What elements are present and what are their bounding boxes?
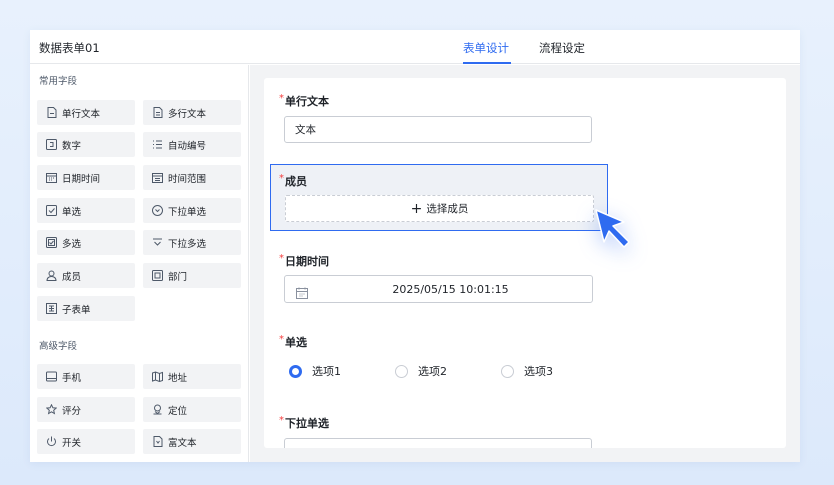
field-rich-text[interactable]: 富文本 bbox=[143, 429, 241, 454]
single-line-text-icon bbox=[46, 107, 57, 118]
field-subform[interactable]: 子表单 bbox=[37, 296, 135, 321]
time-range-icon bbox=[152, 172, 163, 183]
radio-option-label: 选项1 bbox=[312, 365, 341, 378]
single-text-input[interactable]: 文本 bbox=[284, 116, 592, 143]
field-rating[interactable]: 评分 bbox=[37, 397, 135, 422]
required-mark: * bbox=[279, 253, 284, 264]
field-label: 数字 bbox=[62, 140, 82, 152]
field-radio[interactable]: 单选 bbox=[37, 198, 135, 223]
field-label: 评分 bbox=[62, 405, 82, 417]
field-label: 单选 bbox=[62, 206, 82, 218]
power-icon bbox=[46, 436, 57, 447]
field-multi-line-text[interactable]: 多行文本 bbox=[143, 100, 241, 125]
dropdown-single-select[interactable] bbox=[284, 438, 592, 448]
field-label: 子表单 bbox=[62, 304, 91, 316]
field-label: 单行文本 bbox=[62, 108, 101, 120]
field-switch[interactable]: 开关 bbox=[37, 429, 135, 454]
header-bar: 数据表单01 表单设计 流程设定 bbox=[30, 30, 800, 64]
mouse-pointer-icon bbox=[595, 209, 630, 248]
field-label: 部门 bbox=[168, 271, 188, 283]
auto-number-icon bbox=[152, 139, 163, 150]
field-department[interactable]: 部门 bbox=[143, 263, 241, 288]
tab-workflow-settings[interactable]: 流程设定 bbox=[539, 40, 585, 56]
dropdown-single-label: *下拉单选 bbox=[279, 415, 329, 430]
field-number[interactable]: 数字 bbox=[37, 132, 135, 157]
plus-icon: + bbox=[410, 200, 423, 217]
checkbox-icon bbox=[46, 237, 57, 248]
multi-line-text-icon bbox=[152, 107, 163, 118]
field-palette-sidebar: 常用字段 单行文本 多行文本 数字 自动编号 日期时间 时间范围 单选 下拉单选… bbox=[30, 65, 249, 462]
field-auto-number[interactable]: 自动编号 bbox=[143, 132, 241, 157]
field-label: 多选 bbox=[62, 238, 82, 250]
required-mark: * bbox=[279, 415, 284, 426]
field-datetime[interactable]: 日期时间 bbox=[37, 165, 135, 190]
select-member-button[interactable]: + 选择成员 bbox=[285, 195, 594, 222]
datetime-label: *日期时间 bbox=[279, 253, 329, 268]
field-label: 多行文本 bbox=[168, 108, 207, 120]
radio-option-2[interactable]: 选项2 bbox=[395, 363, 447, 379]
location-icon bbox=[152, 404, 163, 415]
field-time-range[interactable]: 时间范围 bbox=[143, 165, 241, 190]
radio-selected-icon bbox=[289, 364, 302, 378]
field-single-line-text[interactable]: 单行文本 bbox=[37, 100, 135, 125]
field-label: 自动编号 bbox=[168, 140, 207, 152]
rich-text-icon bbox=[152, 436, 163, 447]
radio-option-3[interactable]: 选项3 bbox=[501, 363, 553, 379]
radio-label: *单选 bbox=[279, 334, 307, 349]
member-label: *成员 bbox=[279, 173, 307, 188]
dropdown-multi-icon bbox=[152, 237, 163, 248]
field-location[interactable]: 定位 bbox=[143, 397, 241, 422]
field-label: 开关 bbox=[62, 437, 82, 449]
form-canvas-area: *单行文本 文本 *成员 + 选择成员 *日期时间 2025/05/15 10:… bbox=[250, 65, 800, 462]
field-dropdown-multi[interactable]: 下拉多选 bbox=[143, 230, 241, 255]
radio-unselected-icon bbox=[501, 364, 514, 378]
field-label: 富文本 bbox=[168, 437, 197, 449]
field-label: 时间范围 bbox=[168, 173, 207, 185]
select-member-label: 选择成员 bbox=[426, 203, 469, 215]
field-label: 日期时间 bbox=[62, 173, 101, 185]
datetime-input[interactable]: 2025/05/15 10:01:15 bbox=[284, 275, 593, 303]
field-label: 下拉多选 bbox=[168, 238, 207, 250]
department-icon bbox=[152, 270, 163, 281]
star-icon bbox=[46, 404, 57, 415]
field-label: 地址 bbox=[168, 372, 188, 384]
member-field-selected[interactable]: *成员 + 选择成员 bbox=[270, 164, 608, 231]
required-mark: * bbox=[279, 93, 284, 104]
datetime-icon bbox=[46, 172, 57, 183]
radio-option-1[interactable]: 选项1 bbox=[289, 363, 341, 379]
field-checkbox[interactable]: 多选 bbox=[37, 230, 135, 255]
field-label: 定位 bbox=[168, 405, 188, 417]
radio-icon bbox=[46, 205, 57, 216]
active-tab-indicator bbox=[463, 62, 511, 64]
phone-icon bbox=[46, 371, 57, 382]
tab-form-design[interactable]: 表单设计 bbox=[463, 40, 509, 56]
form-title: 数据表单01 bbox=[39, 41, 100, 55]
field-address[interactable]: 地址 bbox=[143, 364, 241, 389]
number-icon bbox=[46, 139, 57, 150]
member-icon bbox=[46, 270, 57, 281]
dropdown-single-icon bbox=[152, 205, 163, 216]
required-mark: * bbox=[279, 173, 284, 184]
radio-unselected-icon bbox=[395, 364, 408, 378]
subform-icon bbox=[46, 303, 57, 314]
field-member[interactable]: 成员 bbox=[37, 263, 135, 288]
common-fields-title: 常用字段 bbox=[39, 76, 78, 87]
field-phone[interactable]: 手机 bbox=[37, 364, 135, 389]
field-label: 手机 bbox=[62, 372, 82, 384]
datetime-value: 2025/05/15 10:01:15 bbox=[392, 283, 509, 296]
form-canvas: *单行文本 文本 *成员 + 选择成员 *日期时间 2025/05/15 10:… bbox=[264, 78, 786, 448]
address-icon bbox=[152, 371, 163, 382]
required-mark: * bbox=[279, 334, 284, 345]
field-label: 成员 bbox=[62, 271, 82, 283]
single-text-label: *单行文本 bbox=[279, 93, 329, 108]
radio-option-label: 选项2 bbox=[418, 365, 447, 378]
field-label: 下拉单选 bbox=[168, 206, 207, 218]
radio-option-label: 选项3 bbox=[524, 365, 553, 378]
form-designer-window: 数据表单01 表单设计 流程设定 常用字段 单行文本 多行文本 数字 自动编号 … bbox=[30, 30, 800, 462]
advanced-fields-title: 高级字段 bbox=[39, 341, 78, 352]
field-dropdown-single[interactable]: 下拉单选 bbox=[143, 198, 241, 223]
